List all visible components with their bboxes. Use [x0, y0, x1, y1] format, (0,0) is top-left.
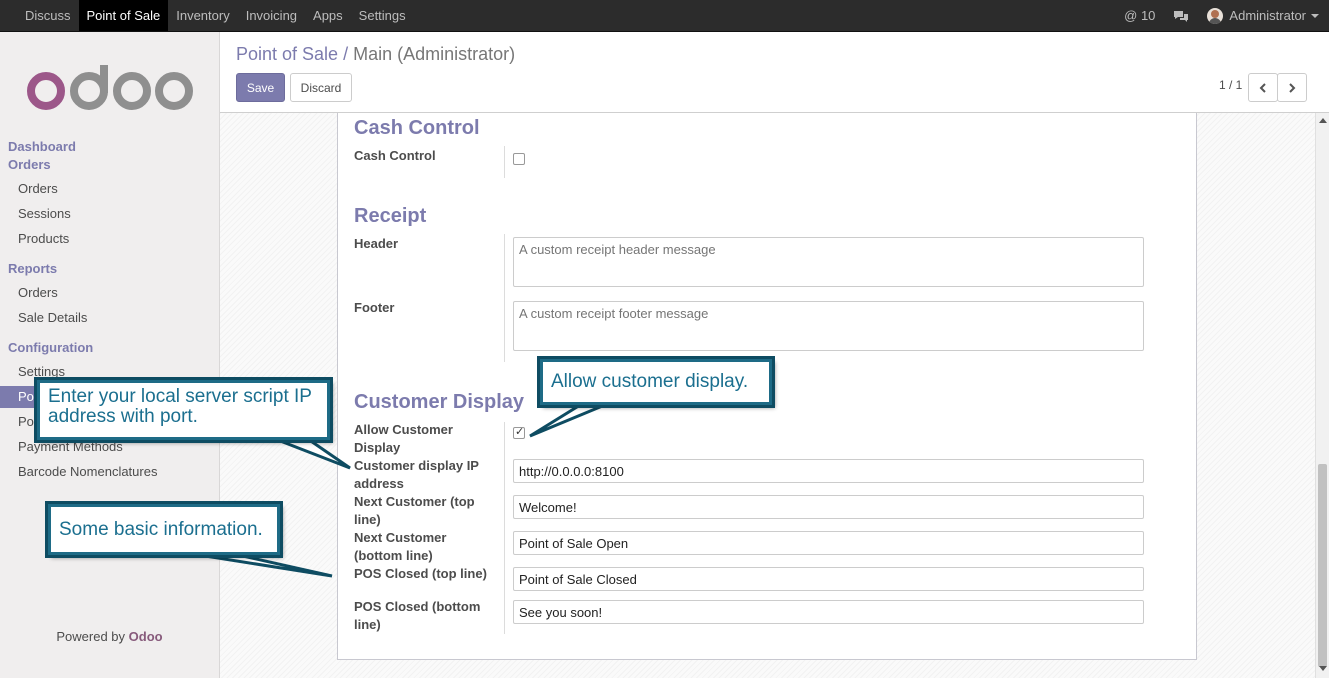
field-separator	[504, 146, 505, 178]
powered-by-brand[interactable]: Odoo	[129, 629, 163, 644]
sidebar-item-pos-categories[interactable]: Po	[18, 414, 34, 429]
sidebar: Dashboard Orders Orders Sessions Product…	[0, 32, 220, 678]
section-title-cash-control: Cash Control	[354, 117, 480, 139]
cash-control-checkbox[interactable]	[513, 153, 525, 165]
label-allow-customer-display: Allow Customer Display	[354, 422, 453, 455]
field-separator	[504, 234, 505, 362]
callout-basic-info: Some basic information.	[48, 504, 280, 555]
control-panel: Point of Sale / Main (Administrator) Sav…	[220, 32, 1329, 113]
user-name: Administrator	[1229, 8, 1306, 23]
sidebar-item-barcode-nomenclatures[interactable]: Barcode Nomenclatures	[18, 464, 157, 479]
powered-by-prefix: Powered by	[56, 629, 126, 644]
label-footer: Footer	[354, 300, 395, 315]
label-next-customer-top: Next Customer (top line)	[354, 494, 475, 527]
menu-point-of-sale[interactable]: Point of Sale	[78, 0, 169, 31]
pager-value[interactable]: 1 / 1	[1219, 78, 1242, 92]
label-pos-closed-bottom: POS Closed (bottom line)	[354, 599, 481, 632]
sidebar-item-orders[interactable]: Orders	[18, 181, 58, 196]
breadcrumb-root[interactable]: Point of Sale /	[236, 44, 348, 64]
receipt-header-textarea[interactable]	[513, 237, 1144, 287]
breadcrumb-current: Main (Administrator)	[353, 44, 516, 64]
menu-settings[interactable]: Settings	[351, 0, 414, 31]
sidebar-section-configuration[interactable]: Configuration	[8, 340, 93, 355]
sidebar-item-report-orders[interactable]: Orders	[18, 285, 58, 300]
sidebar-item-sessions[interactable]: Sessions	[18, 206, 71, 221]
sidebar-section-orders[interactable]: Orders	[8, 157, 51, 172]
top-navbar: Discuss Point of Sale Inventory Invoicin…	[0, 0, 1329, 32]
label-cash-control: Cash Control	[354, 148, 436, 163]
discard-button[interactable]: Discard	[290, 73, 352, 102]
callout-ip-address: Enter your local server script IP addres…	[37, 380, 330, 440]
label-customer-display-ip: Customer display IP address	[354, 458, 479, 491]
chevron-right-icon	[1289, 82, 1296, 93]
pos-closed-top-input[interactable]	[513, 567, 1144, 591]
allow-customer-display-checkbox[interactable]	[513, 425, 525, 439]
menu-discuss[interactable]: Discuss	[17, 0, 79, 31]
section-title-customer-display: Customer Display	[354, 391, 525, 413]
sidebar-section-reports[interactable]: Reports	[8, 261, 57, 276]
customer-display-ip-input[interactable]	[513, 459, 1144, 483]
chevron-left-icon	[1259, 82, 1266, 93]
odoo-logo	[27, 65, 193, 110]
scrollbar[interactable]	[1315, 113, 1329, 678]
callout-allow-display: Allow customer display.	[540, 359, 772, 405]
pager-previous-button[interactable]	[1248, 73, 1278, 102]
next-customer-top-input[interactable]	[513, 495, 1144, 519]
menu-apps[interactable]: Apps	[305, 0, 351, 31]
label-header: Header	[354, 236, 399, 251]
label-next-customer-bottom: Next Customer (bottom line)	[354, 530, 447, 563]
app-menu: Discuss Point of Sale Inventory Invoicin…	[17, 0, 414, 31]
section-title-receipt: Receipt	[354, 205, 427, 227]
sidebar-item-settings[interactable]: Settings	[18, 364, 65, 379]
scroll-down-arrow-icon[interactable]	[1319, 666, 1327, 671]
menu-inventory[interactable]: Inventory	[168, 0, 237, 31]
scroll-up-arrow-icon[interactable]	[1319, 118, 1327, 123]
scrollbar-thumb[interactable]	[1318, 464, 1327, 667]
breadcrumb: Point of Sale / Main (Administrator)	[236, 44, 515, 65]
pager-next-button[interactable]	[1277, 73, 1307, 102]
pos-closed-bottom-input[interactable]	[513, 600, 1144, 624]
powered-by: Powered by Odoo	[0, 629, 219, 644]
sidebar-item-payment-methods[interactable]: Payment Methods	[18, 439, 123, 454]
user-menu[interactable]: Administrator	[1207, 7, 1319, 24]
receipt-footer-textarea[interactable]	[513, 301, 1144, 351]
mentions-counter[interactable]: @ 10	[1124, 8, 1155, 23]
next-customer-bottom-input[interactable]	[513, 531, 1144, 555]
sidebar-dashboard[interactable]: Dashboard	[8, 139, 76, 154]
sidebar-item-products[interactable]: Products	[18, 231, 69, 246]
sidebar-item-sale-details[interactable]: Sale Details	[18, 310, 87, 325]
field-separator	[504, 422, 505, 634]
avatar	[1207, 7, 1224, 24]
save-button[interactable]: Save	[236, 73, 285, 102]
menu-invoicing[interactable]: Invoicing	[238, 0, 305, 31]
label-pos-closed-top: POS Closed (top line)	[354, 566, 487, 581]
chevron-down-icon	[1311, 13, 1319, 18]
systray: @ 10 Administrator	[1106, 0, 1319, 31]
chat-icon[interactable]	[1173, 9, 1189, 23]
